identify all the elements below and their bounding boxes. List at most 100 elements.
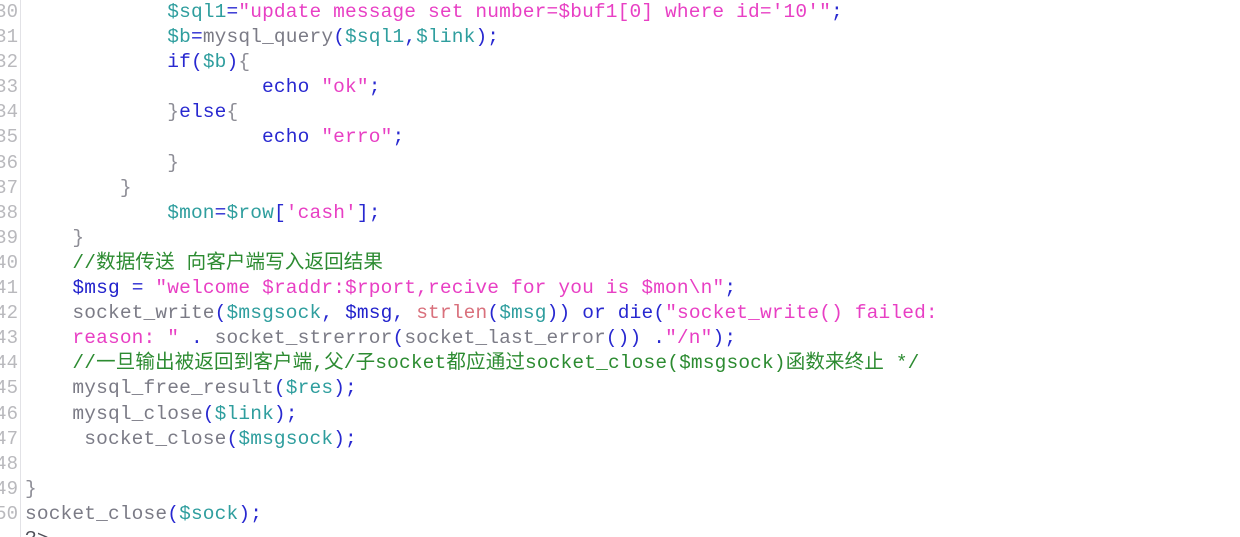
code-token-punc: = [190, 26, 203, 49]
code-token-func: socket_write [72, 302, 215, 325]
code-line[interactable]: $b=mysql_query($sql1,$link); [25, 25, 1240, 50]
code-token-varblue: $msg [345, 302, 393, 325]
code-token-func: socket_close [25, 502, 168, 525]
code-token-punc: ; [345, 427, 357, 450]
code-token-punc: [ [273, 201, 286, 224]
code-line[interactable]: $sql1="update message set number=$buf1[0… [25, 0, 1240, 25]
code-line[interactable]: mysql_free_result($res); [25, 376, 1240, 401]
code-token-punc: = [131, 277, 144, 300]
code-token-str: 'cash' [285, 201, 357, 224]
line-number: 150 [0, 502, 18, 525]
code-token-punc: . [653, 327, 666, 350]
code-line[interactable]: }else{ [25, 100, 1240, 125]
code-line[interactable]: socket_close($msgsock); [25, 427, 1240, 452]
line-number: 145 [0, 377, 18, 400]
line-number: 136 [0, 151, 18, 174]
code-token-punc: ) [333, 427, 346, 450]
code-token-var: $sock [179, 502, 239, 525]
code-editor[interactable]: $sql1 = "update message set number=$buf1[0… [0, 0, 1240, 537]
code-token-var: $link [416, 26, 476, 49]
code-token-str: "erro" [321, 126, 393, 149]
code-line[interactable]: } [25, 226, 1240, 251]
code-token-var: $msgsock [238, 427, 334, 450]
code-line[interactable]: $msg = "welcome $raddr:$rport,recive for… [25, 276, 1240, 301]
code-token-varblue: $msg [72, 277, 120, 300]
code-line[interactable]: mysql_close($link); [25, 402, 1240, 427]
code-line[interactable]: } [25, 477, 1240, 502]
code-token-kw: die [617, 302, 654, 325]
code-token-brace: } [25, 477, 37, 500]
line-number: 141 [0, 277, 18, 300]
code-token-punc: ; [724, 327, 737, 350]
code-line[interactable]: } [25, 151, 1240, 176]
code-token-punc: ( [653, 302, 666, 325]
code-token-kw: echo [262, 126, 310, 149]
code-token-var: $b [202, 51, 227, 74]
code-token-brace: } [72, 226, 85, 249]
line-number: 134 [0, 101, 18, 124]
code-line[interactable]: reason: " . socket_strerror(socket_last_… [25, 326, 1240, 351]
code-token-kw: echo [262, 76, 310, 99]
code-token-var: $msg [499, 302, 547, 325]
code-token-punc: ; [724, 277, 737, 300]
code-token-var: $res [285, 377, 334, 400]
code-token-punc: ; [250, 502, 263, 525]
code-token-str: reason: " [72, 327, 180, 350]
code-token-punc: ) [712, 327, 725, 350]
code-token-punc: ; [285, 402, 298, 425]
code-token-punc: ; [345, 377, 357, 400]
line-number: 144 [0, 352, 18, 375]
code-token-punc: . [190, 327, 203, 350]
code-token-str: "ok" [321, 76, 369, 99]
code-token-str: "welcome $raddr:$rport,recive for you is… [155, 277, 725, 300]
line-number: 137 [0, 176, 18, 199]
code-line[interactable]: socket_close($sock); [25, 502, 1240, 527]
code-token-punc: ( [392, 327, 405, 350]
line-number: 139 [0, 226, 18, 249]
code-line[interactable]: //一旦输出被返回到客户端,父/子socket都应通过socket_close(… [25, 351, 1240, 376]
code-line[interactable]: $mon=$row['cash']; [25, 201, 1240, 226]
code-line[interactable]: if($b){ [25, 50, 1240, 75]
line-number: 135 [0, 126, 18, 149]
code-token-punc: ( [226, 427, 239, 450]
code-token-str: "socket_write() failed: [665, 302, 938, 325]
code-line[interactable] [25, 452, 1240, 477]
code-line[interactable]: echo "ok"; [25, 75, 1240, 100]
code-token-punc: ) [475, 26, 488, 49]
line-number: 140 [0, 251, 18, 274]
code-token-var: $sql1 [345, 26, 405, 49]
line-number: 133 [0, 76, 18, 99]
code-token-kw: or [582, 302, 606, 325]
code-token-punc: ) [226, 51, 239, 74]
code-line[interactable]: ?> [25, 527, 1240, 537]
code-token-punc: ] [356, 201, 369, 224]
code-token-punc: ( [273, 377, 286, 400]
code-token-kw: else [179, 101, 227, 124]
code-line[interactable]: } [25, 176, 1240, 201]
line-number: 143 [0, 327, 18, 350]
code-line[interactable]: //数据传送 向客户端写入返回结果 [25, 251, 1240, 276]
code-line[interactable]: echo "erro"; [25, 125, 1240, 150]
line-number: 138 [0, 201, 18, 224]
code-token-str: "update message set number=$buf1[0] wher… [238, 1, 831, 23]
code-content-area[interactable]: $sql1 = "update message set number=$buf1[0… [25, 0, 1240, 537]
code-token-func: socket_strerror [214, 327, 393, 350]
code-line[interactable]: socket_write($msgsock, $msg, strlen($msg… [25, 301, 1240, 326]
code-token-brace: } [119, 176, 132, 199]
